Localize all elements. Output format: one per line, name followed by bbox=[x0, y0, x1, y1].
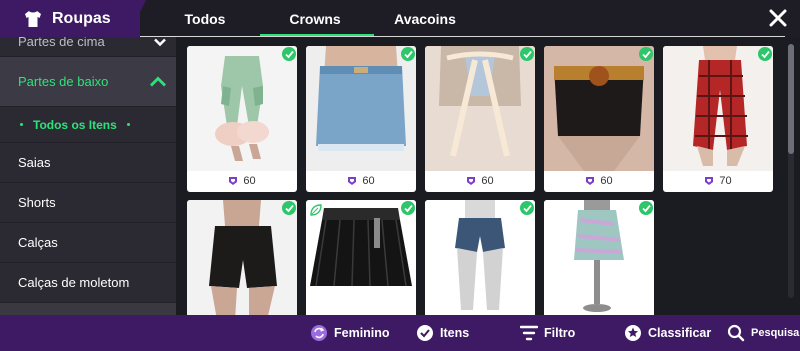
item-card[interactable]: 70 bbox=[663, 46, 773, 192]
item-card[interactable]: 60 bbox=[187, 46, 297, 192]
filter-button[interactable]: Filtro bbox=[520, 315, 575, 351]
owned-check-icon bbox=[401, 47, 415, 61]
owned-check-icon bbox=[282, 201, 296, 215]
items-check-icon bbox=[416, 324, 434, 342]
sidebar-item-label: Calças de moletom bbox=[18, 275, 130, 290]
owned-check-icon bbox=[520, 47, 534, 61]
item-thumbnail bbox=[663, 46, 773, 171]
sidebar-item-saias[interactable]: Saias bbox=[0, 143, 176, 183]
search-icon bbox=[727, 324, 745, 342]
sidebar-item-todos-os-itens[interactable]: Todos os Itens bbox=[0, 107, 176, 143]
items-button[interactable]: Itens bbox=[416, 315, 469, 351]
item-price-value: 60 bbox=[481, 175, 494, 187]
item-price: 60 bbox=[425, 173, 535, 189]
item-price: 60 bbox=[306, 173, 416, 189]
item-card[interactable]: 60 bbox=[544, 46, 654, 192]
grid-scrollbar[interactable] bbox=[788, 44, 794, 298]
sidebar-item-label: Partes de baixo bbox=[18, 74, 109, 89]
sidebar-item-label: Partes de cima bbox=[18, 37, 105, 49]
item-card[interactable] bbox=[544, 200, 654, 315]
item-thumbnail bbox=[306, 46, 416, 171]
leaf-icon bbox=[310, 204, 322, 216]
item-price: 70 bbox=[663, 173, 773, 189]
tab-todos[interactable]: Todos bbox=[150, 0, 260, 37]
item-thumbnail bbox=[544, 46, 654, 171]
item-grid: 60 60 60 60 70 bbox=[176, 37, 788, 315]
owned-check-icon bbox=[401, 201, 415, 215]
gem-icon bbox=[348, 177, 357, 185]
bottom-toolbar: Feminino Itens Filtro Classificar Pesqui… bbox=[0, 315, 800, 351]
item-card[interactable]: 60 bbox=[306, 46, 416, 192]
sidebar-item-label: Saias bbox=[18, 155, 51, 170]
item-price-value: 60 bbox=[362, 175, 375, 187]
search-label: Pesquisa bbox=[751, 327, 800, 339]
sidebar-item-label: Calças bbox=[18, 235, 58, 250]
tab-avacoins[interactable]: Avacoins bbox=[370, 0, 480, 37]
owned-check-icon bbox=[639, 201, 653, 215]
search-button[interactable]: Pesquisa bbox=[727, 315, 799, 351]
chevron-down-icon bbox=[154, 37, 166, 49]
app-title: Roupas bbox=[52, 9, 111, 27]
bullet-dot bbox=[126, 123, 130, 126]
tab-crowns[interactable]: Crowns bbox=[260, 0, 374, 37]
item-card[interactable] bbox=[306, 200, 416, 315]
sidebar-item-label: Todos os Itens bbox=[33, 117, 117, 132]
close-button[interactable] bbox=[766, 6, 790, 30]
top-header: Roupas Todos Crowns Avacoins bbox=[0, 0, 800, 37]
tab-bar: Todos Crowns Avacoins bbox=[150, 0, 480, 37]
sort-star-icon bbox=[624, 324, 642, 342]
sidebar-item-partes-de-baixo[interactable]: Partes de baixo bbox=[0, 57, 176, 107]
item-thumbnail bbox=[544, 200, 654, 315]
sort-button[interactable]: Classificar bbox=[624, 315, 711, 351]
bullet-dot bbox=[20, 123, 23, 126]
filter-label: Filtro bbox=[544, 326, 576, 340]
gem-icon bbox=[705, 177, 714, 185]
item-card[interactable] bbox=[425, 200, 535, 315]
sidebar-item-label: Shorts bbox=[18, 195, 56, 210]
item-price-value: 60 bbox=[243, 175, 256, 187]
close-icon bbox=[769, 9, 787, 27]
gender-button[interactable]: Feminino bbox=[310, 315, 390, 351]
app-brand: Roupas bbox=[0, 0, 140, 37]
owned-check-icon bbox=[639, 47, 653, 61]
item-card[interactable]: 60 bbox=[425, 46, 535, 192]
sidebar-item-calcas[interactable]: Calças bbox=[0, 223, 176, 263]
sidebar-item-calcas-de-moletom[interactable]: Calças de moletom bbox=[0, 263, 176, 303]
gender-icon bbox=[310, 324, 328, 342]
item-price-value: 70 bbox=[719, 175, 732, 187]
gem-icon bbox=[229, 177, 238, 185]
gender-label: Feminino bbox=[334, 326, 390, 340]
gem-icon bbox=[586, 177, 595, 185]
sidebar-next-item[interactable] bbox=[0, 303, 176, 315]
filter-icon bbox=[520, 324, 538, 342]
item-price-value: 60 bbox=[600, 175, 613, 187]
chevron-up-icon bbox=[150, 74, 166, 89]
item-price: 60 bbox=[187, 173, 297, 189]
item-thumbnail bbox=[187, 46, 297, 171]
sidebar-item-partes-de-cima[interactable]: Partes de cima bbox=[0, 37, 176, 57]
gem-icon bbox=[467, 177, 476, 185]
grid-scrollbar-thumb[interactable] bbox=[788, 44, 794, 154]
item-thumbnail bbox=[425, 46, 535, 171]
items-label: Itens bbox=[440, 326, 470, 340]
item-price: 60 bbox=[544, 173, 654, 189]
item-thumbnail bbox=[306, 200, 416, 315]
item-card[interactable] bbox=[187, 200, 297, 315]
brand-slant bbox=[128, 0, 146, 37]
owned-check-icon bbox=[520, 201, 534, 215]
owned-check-icon bbox=[282, 47, 296, 61]
sidebar-item-shorts[interactable]: Shorts bbox=[0, 183, 176, 223]
sort-label: Classificar bbox=[648, 326, 712, 340]
category-sidebar: Partes de cima Partes de baixo Todos os … bbox=[0, 37, 176, 315]
item-thumbnail bbox=[187, 200, 297, 315]
owned-check-icon bbox=[758, 47, 772, 61]
shirt-icon bbox=[22, 8, 44, 30]
item-thumbnail bbox=[425, 200, 535, 315]
